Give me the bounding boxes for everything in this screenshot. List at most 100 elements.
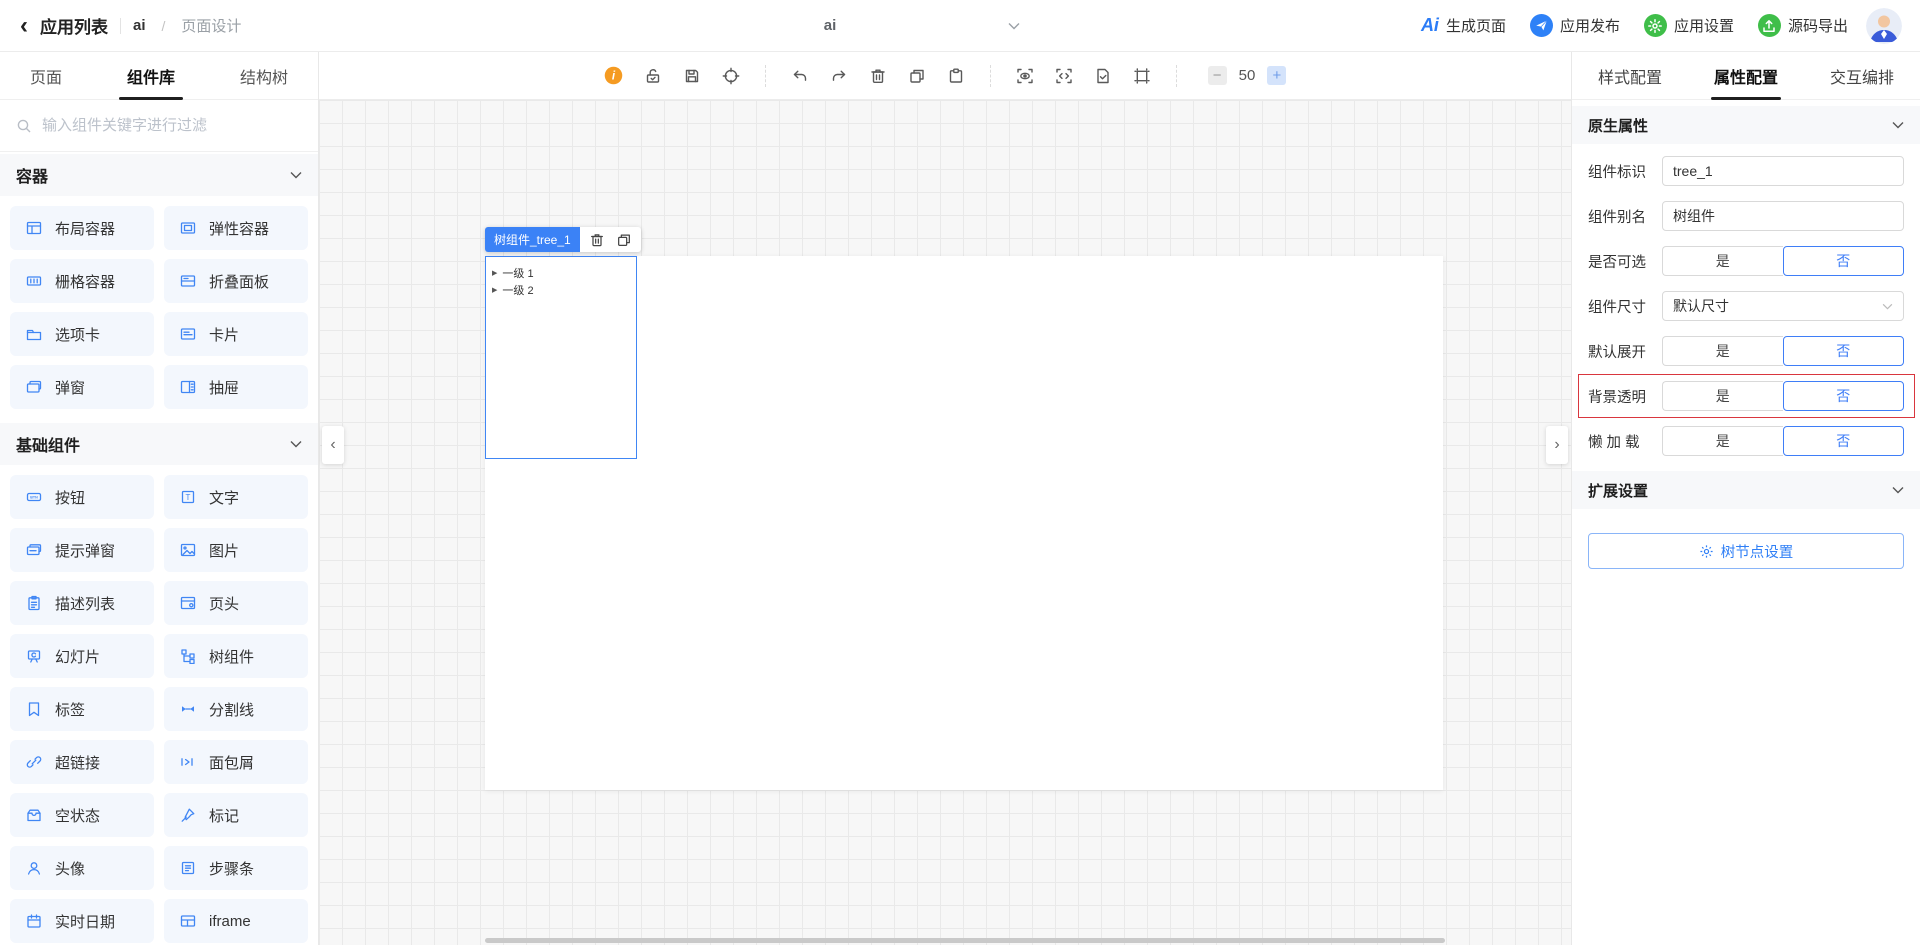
component-size-select[interactable]: 默认尺寸	[1662, 291, 1904, 321]
component-item-steps[interactable]: 步骤条	[164, 846, 308, 890]
delete-component-icon[interactable]	[589, 232, 605, 248]
section-header-1[interactable]: 基础组件	[0, 423, 318, 465]
redo-icon[interactable]	[830, 67, 848, 85]
back-to-app-list[interactable]: 应用列表	[40, 13, 108, 38]
component-item-message-popup[interactable]: 提示弹窗	[10, 528, 154, 572]
panel-tab-2[interactable]: 交互编排	[1830, 52, 1894, 100]
section-title: 容器	[16, 169, 49, 186]
component-item-avatar[interactable]: 头像	[10, 846, 154, 890]
toggle-yes-option[interactable]: 是	[1662, 426, 1783, 456]
properties-panel: 样式配置属性配置交互编排 原生属性 组件标识 组件别名 是否可选 是否 组件尺寸…	[1571, 52, 1920, 945]
header-action-publish[interactable]: 应用发布	[1529, 14, 1620, 37]
component-item-tag[interactable]: 标签	[10, 687, 154, 731]
tree-node[interactable]: ▶ 一级 1	[492, 264, 636, 281]
caret-right-icon[interactable]: ▶	[492, 286, 497, 294]
tree-node-settings-button[interactable]: 树节点设置	[1588, 533, 1904, 569]
preview-icon[interactable]	[1016, 67, 1034, 85]
toggle-no-option[interactable]: 否	[1782, 426, 1904, 456]
sidebar-tab-0[interactable]: 页面	[30, 52, 62, 100]
component-item-hyperlink[interactable]: 超链接	[10, 740, 154, 784]
component-item-label: 按钮	[55, 489, 86, 507]
zoom-level-value: 50	[1238, 67, 1256, 84]
header-action-ai-generate[interactable]: Ai 生成页面	[1421, 15, 1506, 36]
caret-right-icon[interactable]: ▶	[492, 269, 497, 277]
horizontal-scrollbar[interactable]	[485, 938, 1445, 943]
tree-node[interactable]: ▶ 一级 2	[492, 281, 636, 298]
component-item-layout-container[interactable]: 布局容器	[10, 206, 154, 250]
copy-component-icon[interactable]	[616, 232, 632, 248]
component-item-breadcrumb[interactable]: 面包屑	[164, 740, 308, 784]
component-item-description-list[interactable]: 描述列表	[10, 581, 154, 625]
unlock-icon[interactable]	[644, 67, 662, 85]
toggle-no-option[interactable]: 否	[1782, 381, 1904, 411]
info-icon[interactable]: i	[604, 66, 623, 85]
user-avatar[interactable]	[1866, 7, 1902, 44]
chevron-down-icon	[1008, 22, 1020, 30]
panel-tab-0[interactable]: 样式配置	[1598, 52, 1662, 100]
extension-settings-title: 扩展设置	[1588, 482, 1649, 500]
chevron-down-icon	[1882, 303, 1893, 310]
toggle-no-option[interactable]: 否	[1782, 246, 1904, 276]
component-item-marker[interactable]: 标记	[164, 793, 308, 837]
component-item-drawer[interactable]: 抽屉	[164, 365, 308, 409]
back-chevron-icon[interactable]: ‹	[20, 13, 28, 38]
toggle-yes-option[interactable]: 是	[1662, 246, 1783, 276]
panel-tab-1[interactable]: 属性配置	[1714, 52, 1778, 100]
component-item-page-header[interactable]: 页头	[164, 581, 308, 625]
sidebar-tab-1[interactable]: 组件库	[127, 52, 175, 100]
collapse-right-panel-button[interactable]: ›	[1546, 426, 1568, 464]
zoom-out-button[interactable]: −	[1207, 66, 1227, 85]
artboard-icon[interactable]	[1133, 67, 1151, 85]
component-item-grid-container[interactable]: 栅格容器	[10, 259, 154, 303]
design-canvas[interactable]: 树组件_tree_1 ▶ 一级 1 ▶ 一级 2 ‹ ›	[319, 100, 1571, 945]
component-item-divider[interactable]: 分割线	[164, 687, 308, 731]
undo-icon[interactable]	[791, 67, 809, 85]
zoom-in-button[interactable]: +	[1267, 66, 1287, 85]
header-action-code-export[interactable]: 源码导出	[1757, 14, 1848, 37]
component-item-iframe[interactable]: iframe	[164, 899, 308, 943]
native-properties-section-header[interactable]: 原生属性	[1572, 106, 1920, 144]
tree-node-label: 一级 1	[502, 267, 534, 280]
page-selector[interactable]: ai	[640, 0, 1020, 52]
avatar-icon	[26, 860, 42, 876]
component-item-live-date[interactable]: 实时日期	[10, 899, 154, 943]
tree-widget[interactable]: 树组件_tree_1 ▶ 一级 1 ▶ 一级 2	[485, 227, 641, 459]
tree-items: ▶ 一级 1 ▶ 一级 2	[486, 257, 636, 298]
component-item-flex-container[interactable]: 弹性容器	[164, 206, 308, 250]
component-item-image[interactable]: 图片	[164, 528, 308, 572]
crosshair-icon[interactable]	[722, 67, 740, 85]
button-icon: BTN	[26, 489, 42, 505]
toggle-yes-option[interactable]: 是	[1662, 336, 1783, 366]
component-item-carousel[interactable]: 幻灯片	[10, 634, 154, 678]
toggle-yes-option[interactable]: 是	[1662, 381, 1783, 411]
component-item-text[interactable]: T 文字	[164, 475, 308, 519]
code-view-icon[interactable]	[1055, 67, 1073, 85]
toggle-no-option[interactable]: 否	[1782, 336, 1904, 366]
modal-icon	[26, 379, 42, 395]
component-alias-input[interactable]	[1662, 201, 1904, 231]
tree-node-settings-label: 树节点设置	[1720, 544, 1794, 561]
component-item-collapse-panel[interactable]: 折叠面板	[164, 259, 308, 303]
breadcrumb-app[interactable]: ai	[133, 17, 146, 34]
duplicate-icon[interactable]	[908, 67, 926, 85]
field-label: 懒 加 载	[1588, 434, 1640, 451]
code-export-icon	[1757, 14, 1781, 37]
component-item-modal[interactable]: 弹窗	[10, 365, 154, 409]
search-input[interactable]	[42, 117, 302, 134]
component-item-tree[interactable]: 树组件	[164, 634, 308, 678]
doc-check-icon[interactable]	[1094, 67, 1112, 85]
component-item-empty-state[interactable]: 空状态	[10, 793, 154, 837]
component-item-button[interactable]: BTN 按钮	[10, 475, 154, 519]
save-icon[interactable]	[683, 67, 701, 85]
component-id-input[interactable]	[1662, 156, 1904, 186]
page-surface[interactable]: 树组件_tree_1 ▶ 一级 1 ▶ 一级 2	[485, 227, 1443, 790]
component-item-tabs[interactable]: 选项卡	[10, 312, 154, 356]
collapse-left-panel-button[interactable]: ‹	[322, 426, 344, 464]
section-header-0[interactable]: 容器	[0, 154, 318, 196]
delete-icon[interactable]	[869, 67, 887, 85]
extension-settings-section-header[interactable]: 扩展设置	[1572, 471, 1920, 509]
paste-icon[interactable]	[947, 67, 965, 85]
component-item-card[interactable]: 卡片	[164, 312, 308, 356]
header-action-app-settings[interactable]: 应用设置	[1643, 14, 1734, 37]
sidebar-tab-2[interactable]: 结构树	[240, 52, 288, 100]
